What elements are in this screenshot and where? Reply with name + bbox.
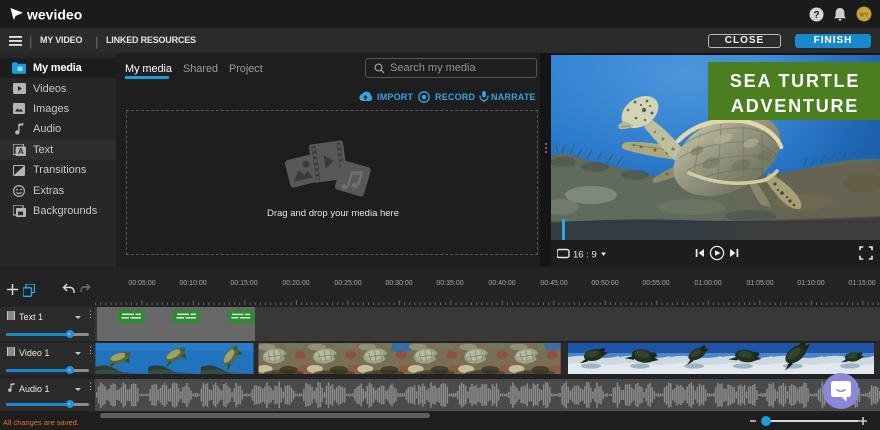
svg-text:A: A: [17, 147, 23, 156]
svg-text:?: ?: [813, 10, 819, 21]
svg-text:WY: WY: [859, 12, 868, 18]
svg-text:SEA TURTLE: SEA TURTLE: [730, 71, 860, 91]
svg-text:ADVENTURE: ADVENTURE: [731, 96, 859, 116]
svg-text:16 : 9: 16 : 9: [573, 250, 597, 261]
svg-text:wevideo: wevideo: [26, 7, 82, 23]
